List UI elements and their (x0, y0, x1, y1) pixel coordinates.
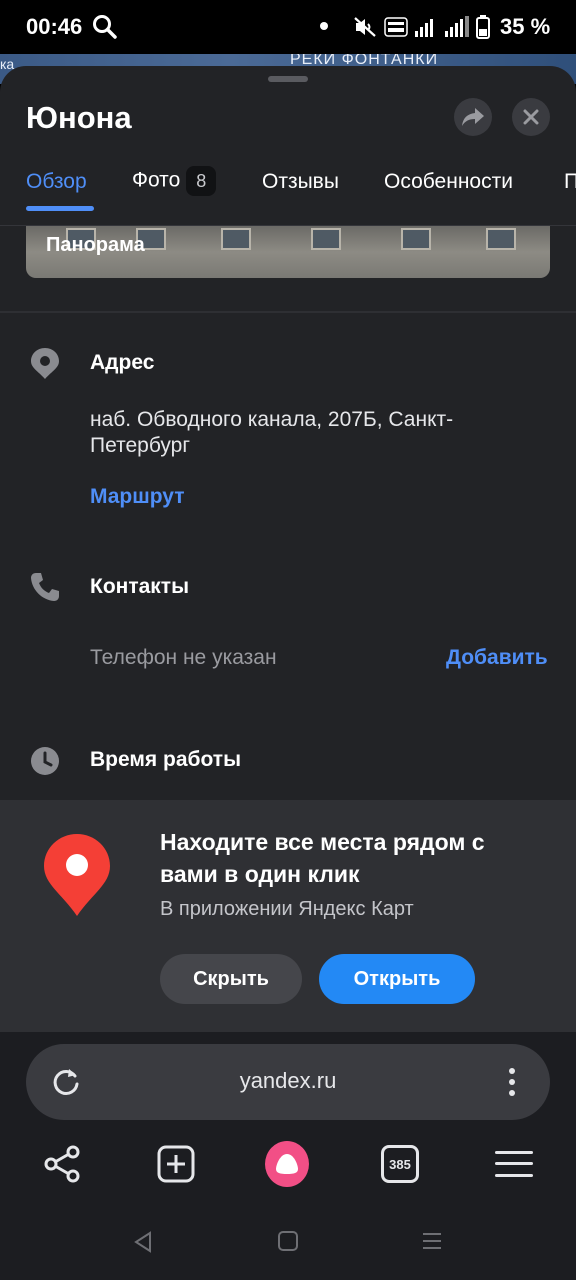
volte-icon (384, 17, 408, 37)
tabs-count: 385 (389, 1156, 411, 1172)
battery-percent: 35 % (500, 14, 551, 39)
clock-icon (31, 747, 59, 775)
open-app-button[interactable]: Открыть (319, 954, 475, 1004)
signal-4g-icon (445, 16, 469, 37)
phone-icon (31, 573, 59, 601)
address-bar[interactable]: yandex.ru (26, 1044, 550, 1120)
share-button[interactable] (40, 1142, 84, 1186)
status-icons (352, 14, 490, 40)
place-title: Юнона (26, 100, 132, 135)
hide-button[interactable]: Скрыть (160, 954, 302, 1004)
recents-icon[interactable] (421, 1230, 443, 1252)
panorama-image-detail (486, 228, 516, 250)
battery-icon (476, 15, 490, 39)
photos-count-badge: 8 (186, 166, 217, 196)
notification-dot-icon (320, 22, 328, 30)
panorama-image-detail (311, 228, 341, 250)
panorama-label: Панорама (46, 234, 145, 256)
alice-glyph-icon (276, 1154, 298, 1174)
alice-button[interactable] (265, 1141, 309, 1187)
promo-title: Находите все места рядом с вами в один к… (160, 829, 485, 887)
home-icon[interactable] (277, 1230, 299, 1252)
alice-icon (265, 1141, 309, 1187)
close-button[interactable] (512, 98, 550, 136)
app-promo-banner: Находите все места рядом с вами в один к… (0, 800, 576, 1032)
back-icon[interactable] (132, 1230, 154, 1254)
hours-title: Время работы (90, 748, 242, 771)
tabs-button[interactable]: 385 (378, 1142, 422, 1186)
address-text[interactable]: наб. Обводного канала, 207Б, Санкт-Петер… (90, 407, 530, 459)
place-tabs: Обзор Фото 8 Отзывы Особенности П (0, 164, 576, 226)
browser-bottom-bar: yandex.ru 385 (0, 1032, 576, 1210)
hamburger-menu-icon (495, 1151, 533, 1177)
tab-overview[interactable]: Обзор (26, 170, 87, 194)
tab-reviews[interactable]: Отзывы (262, 170, 339, 194)
tab-next[interactable]: П (564, 170, 576, 194)
panorama-preview[interactable]: Панорама (26, 226, 550, 278)
new-tab-button[interactable] (154, 1142, 198, 1186)
place-card-sheet: Юнона Обзор Фото 8 Отзывы Особенности П П… (0, 66, 576, 800)
panorama-image-detail (221, 228, 251, 250)
search-icon (93, 15, 117, 39)
system-nav-bar (0, 1210, 576, 1280)
tabs-count-icon: 385 (381, 1145, 419, 1183)
route-link[interactable]: Маршрут (90, 485, 185, 509)
share-nodes-icon (44, 1145, 80, 1183)
address-title: Адрес (90, 351, 155, 374)
section-divider (0, 311, 576, 313)
plus-square-icon (157, 1145, 195, 1183)
status-time: 00:46 (26, 14, 83, 39)
more-vert-icon[interactable] (502, 1064, 522, 1100)
contacts-title: Контакты (90, 575, 190, 598)
url-text: yandex.ru (239, 1068, 337, 1093)
promo-subtitle: В приложении Яндекс Карт (160, 898, 414, 920)
share-button[interactable] (454, 98, 492, 136)
active-tab-indicator (26, 206, 94, 211)
add-phone-link[interactable]: Добавить (446, 646, 548, 670)
tab-photos-label: Фото (132, 168, 181, 192)
menu-button[interactable] (492, 1142, 536, 1186)
sheet-drag-handle[interactable] (268, 76, 308, 82)
mute-icon (354, 17, 376, 37)
signal-icon (415, 19, 433, 37)
share-arrow-icon (462, 108, 484, 126)
tab-photos[interactable]: Фото 8 (132, 166, 217, 196)
status-bar: 00:46 35 % (0, 0, 576, 54)
phone-not-specified: Телефон не указан (90, 646, 277, 669)
yandex-maps-pin-icon (44, 834, 110, 916)
panorama-image-detail (401, 228, 431, 250)
location-pin-icon (31, 348, 59, 379)
close-icon (523, 109, 539, 125)
tab-features[interactable]: Особенности (384, 170, 513, 194)
